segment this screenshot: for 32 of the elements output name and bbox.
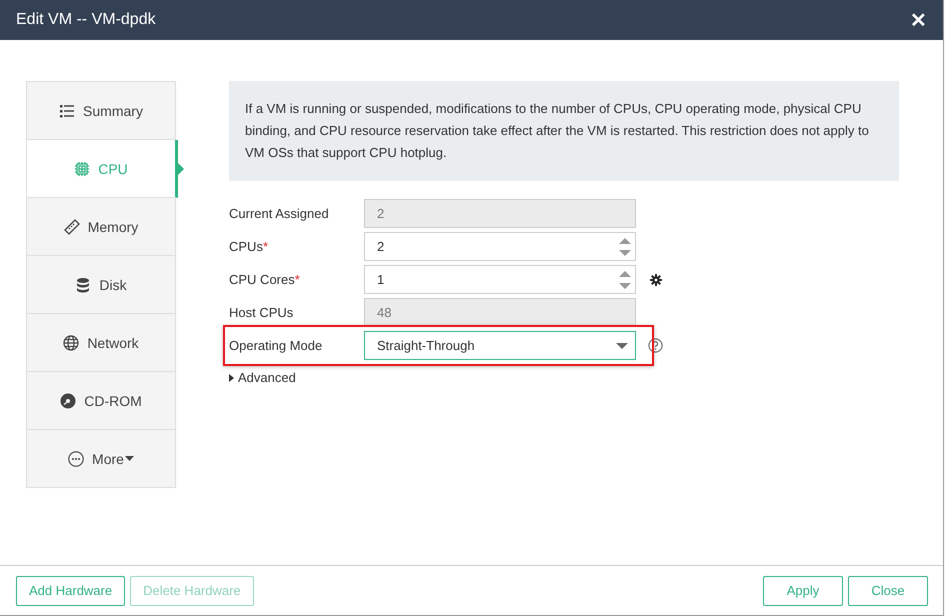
field-label: Operating Mode <box>229 338 324 353</box>
selection-pointer <box>178 162 184 174</box>
memory-stick-icon <box>64 218 80 234</box>
readonly-field: 2 <box>364 199 636 228</box>
sidebar-tab[interactable]: Network <box>26 314 176 372</box>
advanced-toggle[interactable]: Advanced <box>229 370 296 385</box>
caret-icon <box>229 374 234 382</box>
readonly-field: 48 <box>364 298 636 327</box>
sidebar-tab[interactable]: CD-ROM <box>26 372 176 430</box>
caret-icon <box>616 342 628 350</box>
field-label: Current Assigned <box>229 206 330 221</box>
dropdown-field[interactable]: Straight-Through <box>364 331 636 360</box>
help-icon[interactable] <box>648 338 663 353</box>
close-button[interactable]: ✕ <box>910 8 927 32</box>
globe-icon <box>63 334 80 350</box>
sidebar-tab[interactable]: Memory <box>26 198 176 256</box>
sidebar-tab[interactable]: Disk <box>26 256 176 314</box>
disc-icon <box>60 392 76 408</box>
database-icon <box>75 276 92 292</box>
notice-text: If a VM is running or suspended, modifications to the number of CPUs, CPU operating mode, physical CPU binding, and CPU resource reservation take effect after the VM is restarted. This restriction does not apply to VM OSs that support CPU hotplug. <box>229 81 899 181</box>
number-field[interactable]: 2 <box>364 232 636 261</box>
chip-icon <box>74 160 90 176</box>
list-icon <box>59 102 76 118</box>
more-icon <box>68 450 84 466</box>
field-label: Host CPUs <box>229 305 294 320</box>
number-field[interactable]: 1 <box>364 265 636 294</box>
field-label: CPUs* <box>229 239 270 254</box>
sidebar-tab[interactable]: Summary <box>26 81 176 140</box>
settings-icon[interactable] <box>650 274 662 286</box>
window-title: Edit VM -- VM-dpdk <box>16 11 156 29</box>
field-label: CPU Cores* <box>229 272 301 287</box>
sidebar-tab[interactable]: More <box>26 430 176 488</box>
